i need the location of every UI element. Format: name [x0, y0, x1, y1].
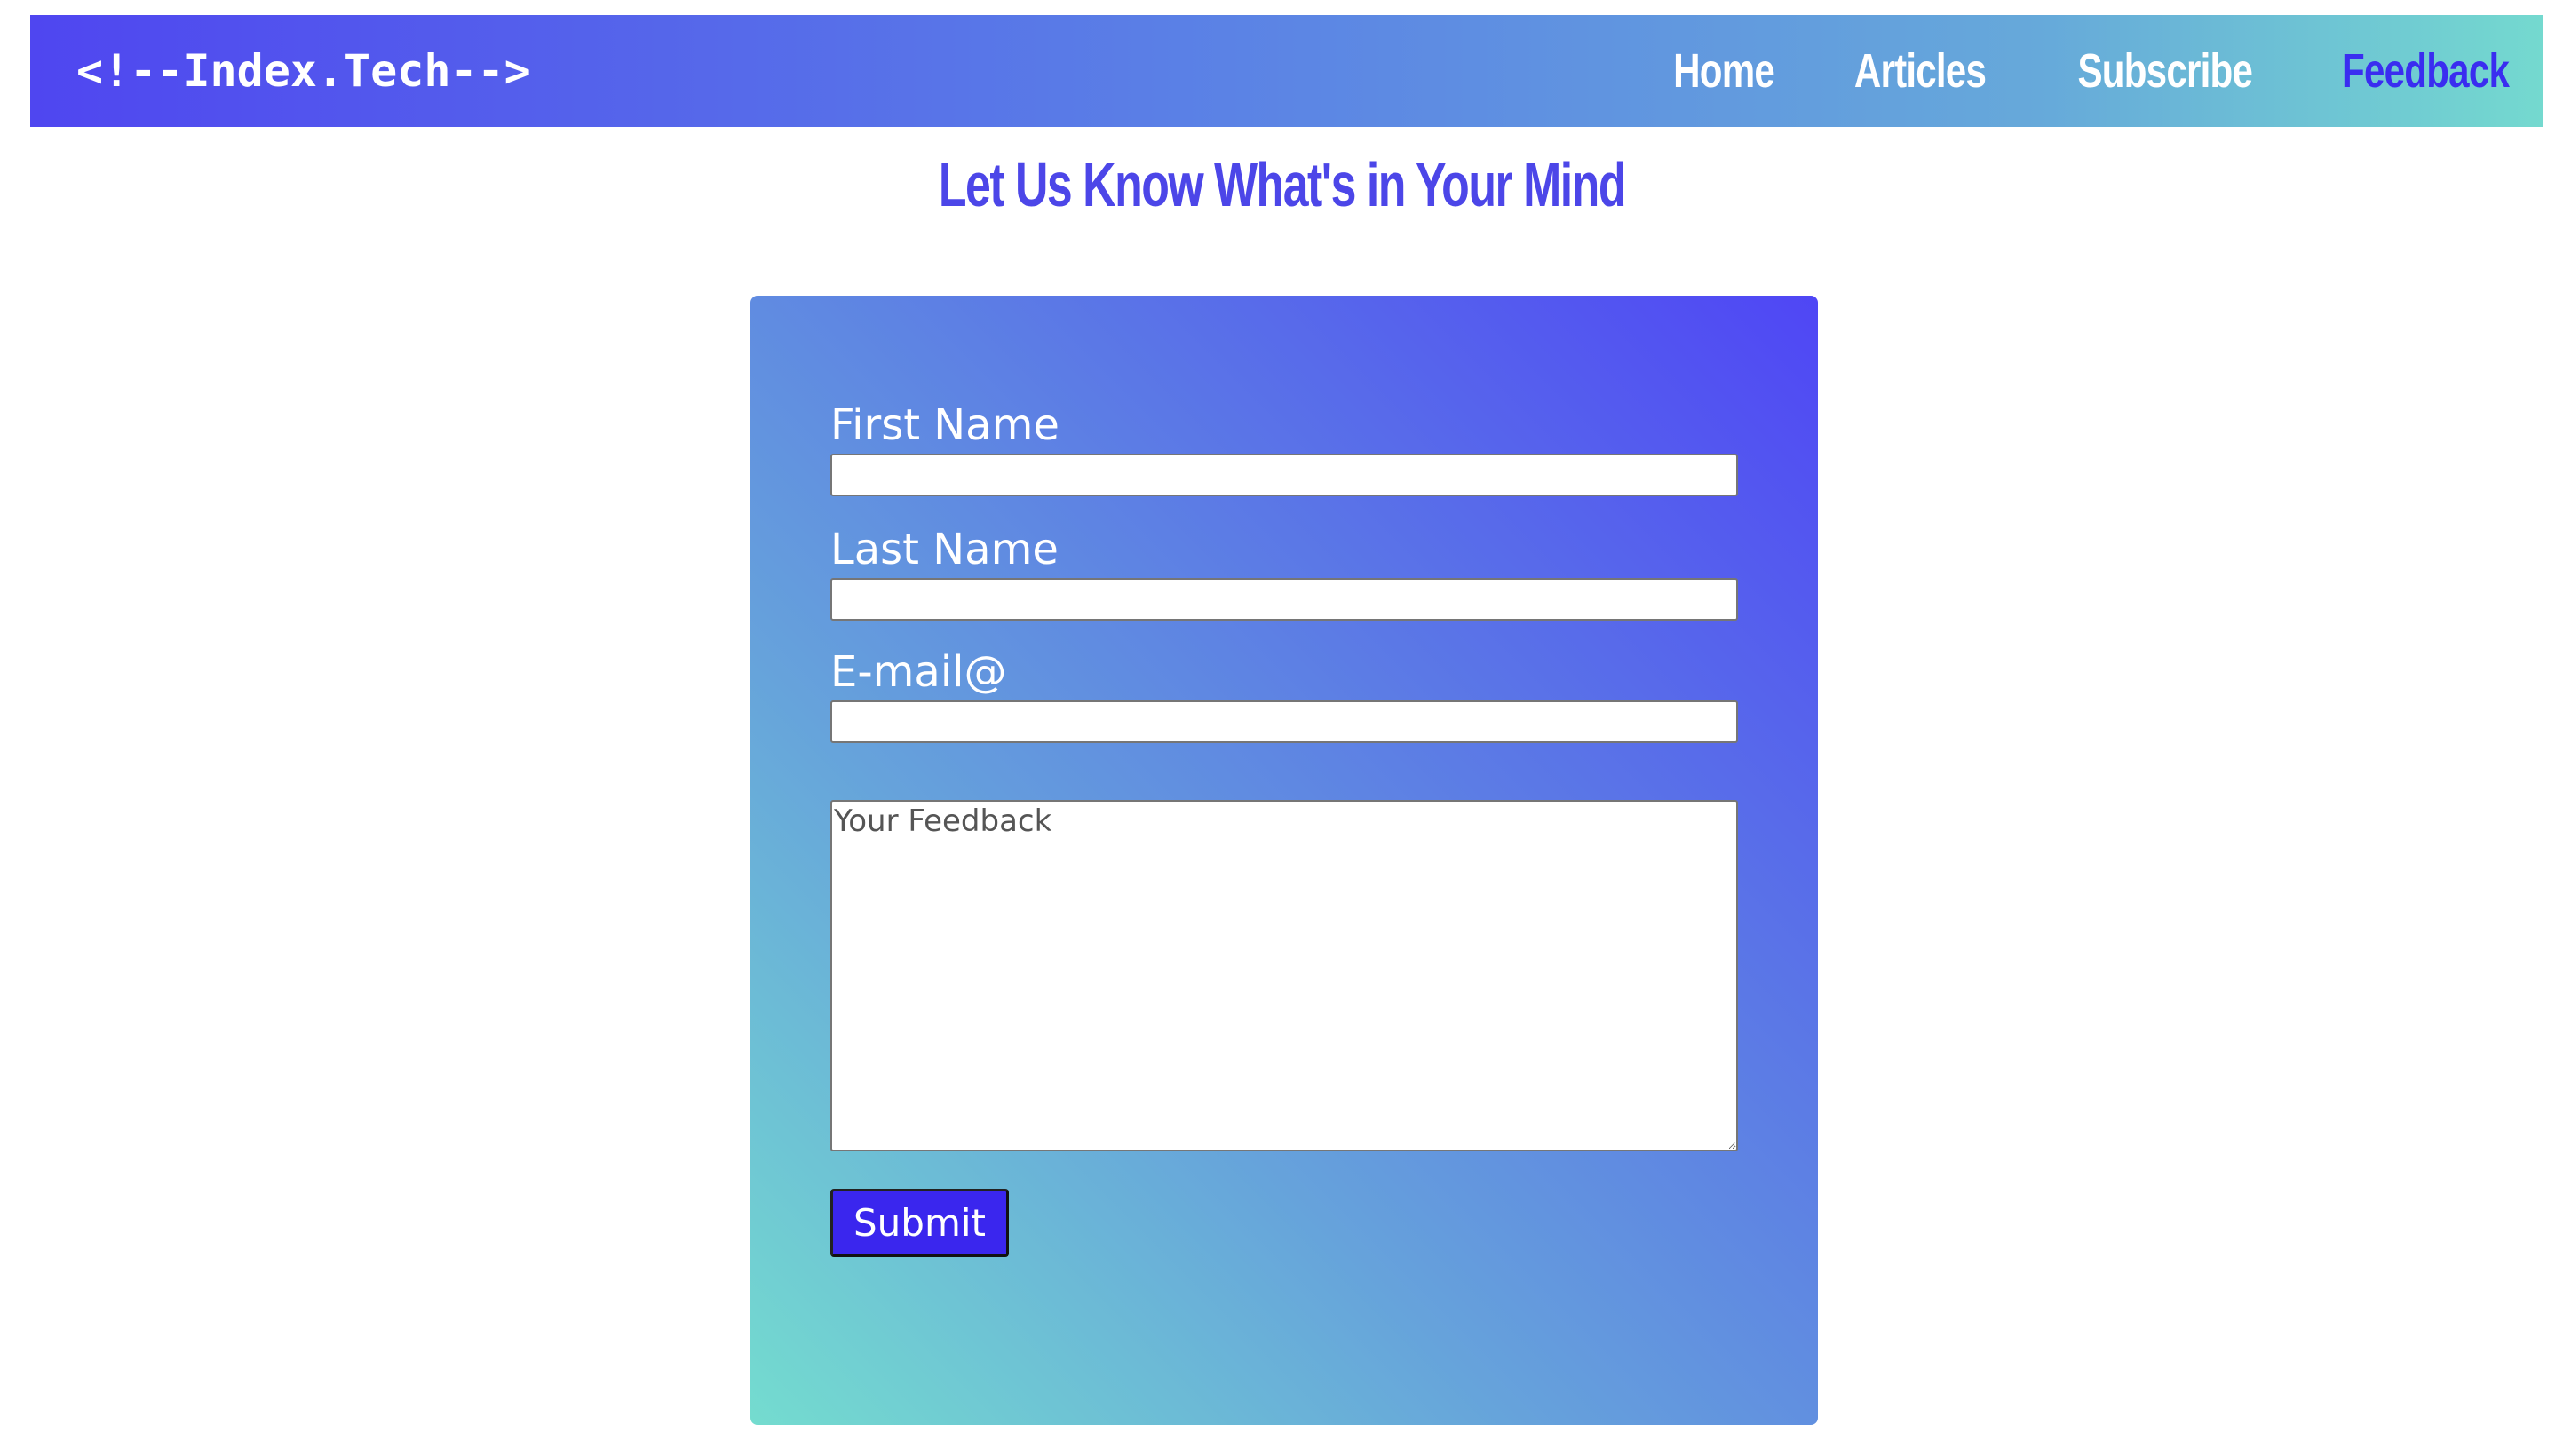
- last-name-input[interactable]: [830, 578, 1738, 621]
- email-label: E-mail@: [830, 647, 1007, 697]
- email-input[interactable]: [830, 700, 1738, 743]
- nav-link-articles[interactable]: Articles: [1853, 44, 1986, 99]
- main-nav: Home Articles Subscribe Feedback: [1602, 44, 2510, 99]
- submit-button[interactable]: Submit: [830, 1189, 1009, 1257]
- nav-link-feedback[interactable]: Feedback: [2342, 44, 2510, 99]
- feedback-textarea[interactable]: [830, 800, 1738, 1151]
- nav-link-subscribe[interactable]: Subscribe: [2077, 44, 2252, 99]
- page-title-text: Let Us Know What's in Your Mind: [938, 150, 1626, 219]
- top-navbar: <!--Index.Tech--> Home Articles Subscrib…: [30, 15, 2543, 127]
- site-logo[interactable]: <!--Index.Tech-->: [76, 45, 531, 97]
- first-name-input[interactable]: [830, 454, 1738, 496]
- nav-link-home[interactable]: Home: [1673, 44, 1775, 99]
- first-name-label: First Name: [830, 400, 1059, 450]
- feedback-form: First Name Last Name E-mail@ Submit: [750, 296, 1818, 1425]
- page-title: Let Us Know What's in Your Mind: [0, 149, 2563, 220]
- last-name-label: Last Name: [830, 525, 1059, 574]
